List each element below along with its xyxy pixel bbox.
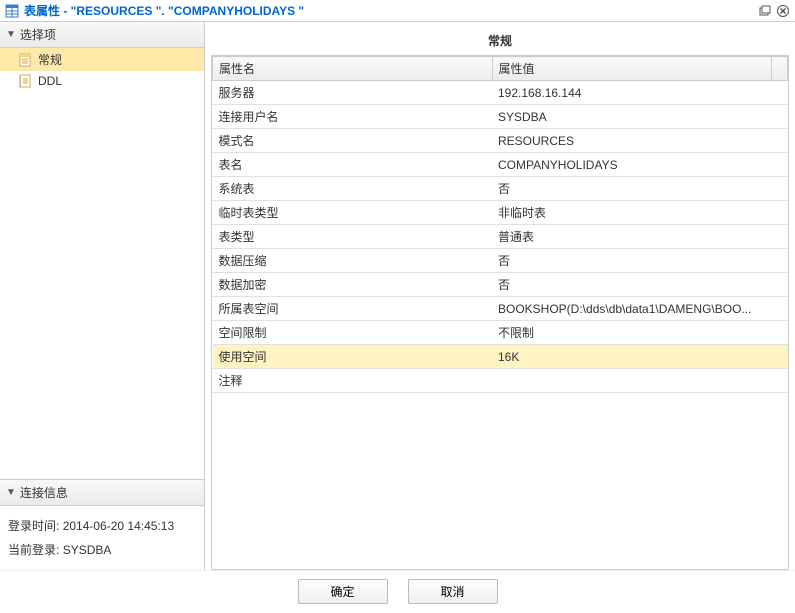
prop-value: BOOKSHOP(D:\dds\db\data1\DAMENG\BOO... (492, 297, 788, 321)
prop-value: 192.168.16.144 (492, 81, 788, 105)
chevron-down-icon: ▼ (6, 487, 16, 498)
table-icon (4, 3, 20, 19)
prop-name: 表类型 (213, 225, 493, 249)
titlebar: 表属性 - "RESOURCES ". "COMPANYHOLIDAYS " (0, 0, 795, 22)
prop-value: 16K (492, 345, 788, 369)
prop-value (492, 369, 788, 393)
sidebar-item-general[interactable]: 常规 (0, 48, 204, 71)
prop-name: 模式名 (213, 129, 493, 153)
table-row[interactable]: 服务器192.168.16.144 (213, 81, 788, 105)
prop-name: 数据加密 (213, 273, 493, 297)
table-row[interactable]: 所属表空间BOOKSHOP(D:\dds\db\data1\DAMENG\BOO… (213, 297, 788, 321)
connection-info: 登录时间: 2014-06-20 14:45:13 当前登录: SYSDBA (0, 506, 204, 570)
prop-name: 所属表空间 (213, 297, 493, 321)
prop-value: COMPANYHOLIDAYS (492, 153, 788, 177)
table-row[interactable]: 注释 (213, 369, 788, 393)
sidebar-item-ddl[interactable]: DDL (0, 71, 204, 91)
close-button[interactable] (775, 3, 791, 19)
prop-name: 数据压缩 (213, 249, 493, 273)
sheet-icon (18, 53, 32, 67)
maximize-button[interactable] (757, 3, 773, 19)
prop-name: 连接用户名 (213, 105, 493, 129)
table-row[interactable]: 数据加密否 (213, 273, 788, 297)
chevron-down-icon: ▼ (6, 29, 16, 40)
prop-value: 否 (492, 273, 788, 297)
prop-value: 非临时表 (492, 201, 788, 225)
table-row[interactable]: 系统表否 (213, 177, 788, 201)
prop-name: 系统表 (213, 177, 493, 201)
column-header-spacer (772, 57, 788, 81)
prop-name: 空间限制 (213, 321, 493, 345)
options-header-label: 选择项 (20, 26, 56, 43)
table-row[interactable]: 使用空间16K (213, 345, 788, 369)
properties-grid: 属性名 属性值 服务器192.168.16.144连接用户名SYSDBA模式名R… (211, 55, 789, 570)
prop-value: 普通表 (492, 225, 788, 249)
sidebar: ▼ 选择项 常规 DDL ▼ 连接信息 (0, 22, 205, 570)
content-title: 常规 (211, 28, 789, 55)
prop-value: SYSDBA (492, 105, 788, 129)
table-row[interactable]: 临时表类型非临时表 (213, 201, 788, 225)
prop-value: 不限制 (492, 321, 788, 345)
table-row[interactable]: 数据压缩否 (213, 249, 788, 273)
table-row[interactable]: 表类型普通表 (213, 225, 788, 249)
table-row[interactable]: 模式名RESOURCES (213, 129, 788, 153)
table-row[interactable]: 连接用户名SYSDBA (213, 105, 788, 129)
table-row[interactable]: 表名COMPANYHOLIDAYS (213, 153, 788, 177)
sidebar-item-label: DDL (38, 74, 62, 88)
button-bar: 确定 取消 (0, 570, 795, 612)
prop-name: 临时表类型 (213, 201, 493, 225)
options-header[interactable]: ▼ 选择项 (0, 22, 204, 48)
current-login-value: SYSDBA (63, 543, 112, 557)
content-panel: 常规 属性名 属性值 服务器192.168.16.144连接用户名SYSDBA模… (205, 22, 795, 570)
prop-name: 表名 (213, 153, 493, 177)
window-title: 表属性 - "RESOURCES ". "COMPANYHOLIDAYS " (24, 2, 757, 19)
cancel-button[interactable]: 取消 (408, 579, 498, 604)
prop-name: 服务器 (213, 81, 493, 105)
table-row[interactable]: 空间限制不限制 (213, 321, 788, 345)
options-tree: 常规 DDL (0, 48, 204, 479)
column-header-name[interactable]: 属性名 (213, 57, 493, 81)
current-login-label: 当前登录: (8, 543, 59, 557)
prop-name: 使用空间 (213, 345, 493, 369)
script-icon (18, 74, 32, 88)
prop-value: 否 (492, 249, 788, 273)
column-header-value[interactable]: 属性值 (492, 57, 772, 81)
ok-button[interactable]: 确定 (298, 579, 388, 604)
login-time-label: 登录时间: (8, 519, 59, 533)
connection-header[interactable]: ▼ 连接信息 (0, 480, 204, 506)
prop-value: 否 (492, 177, 788, 201)
sidebar-item-label: 常规 (38, 51, 62, 68)
connection-header-label: 连接信息 (20, 484, 68, 501)
prop-name: 注释 (213, 369, 493, 393)
prop-value: RESOURCES (492, 129, 788, 153)
login-time-value: 2014-06-20 14:45:13 (63, 519, 174, 533)
